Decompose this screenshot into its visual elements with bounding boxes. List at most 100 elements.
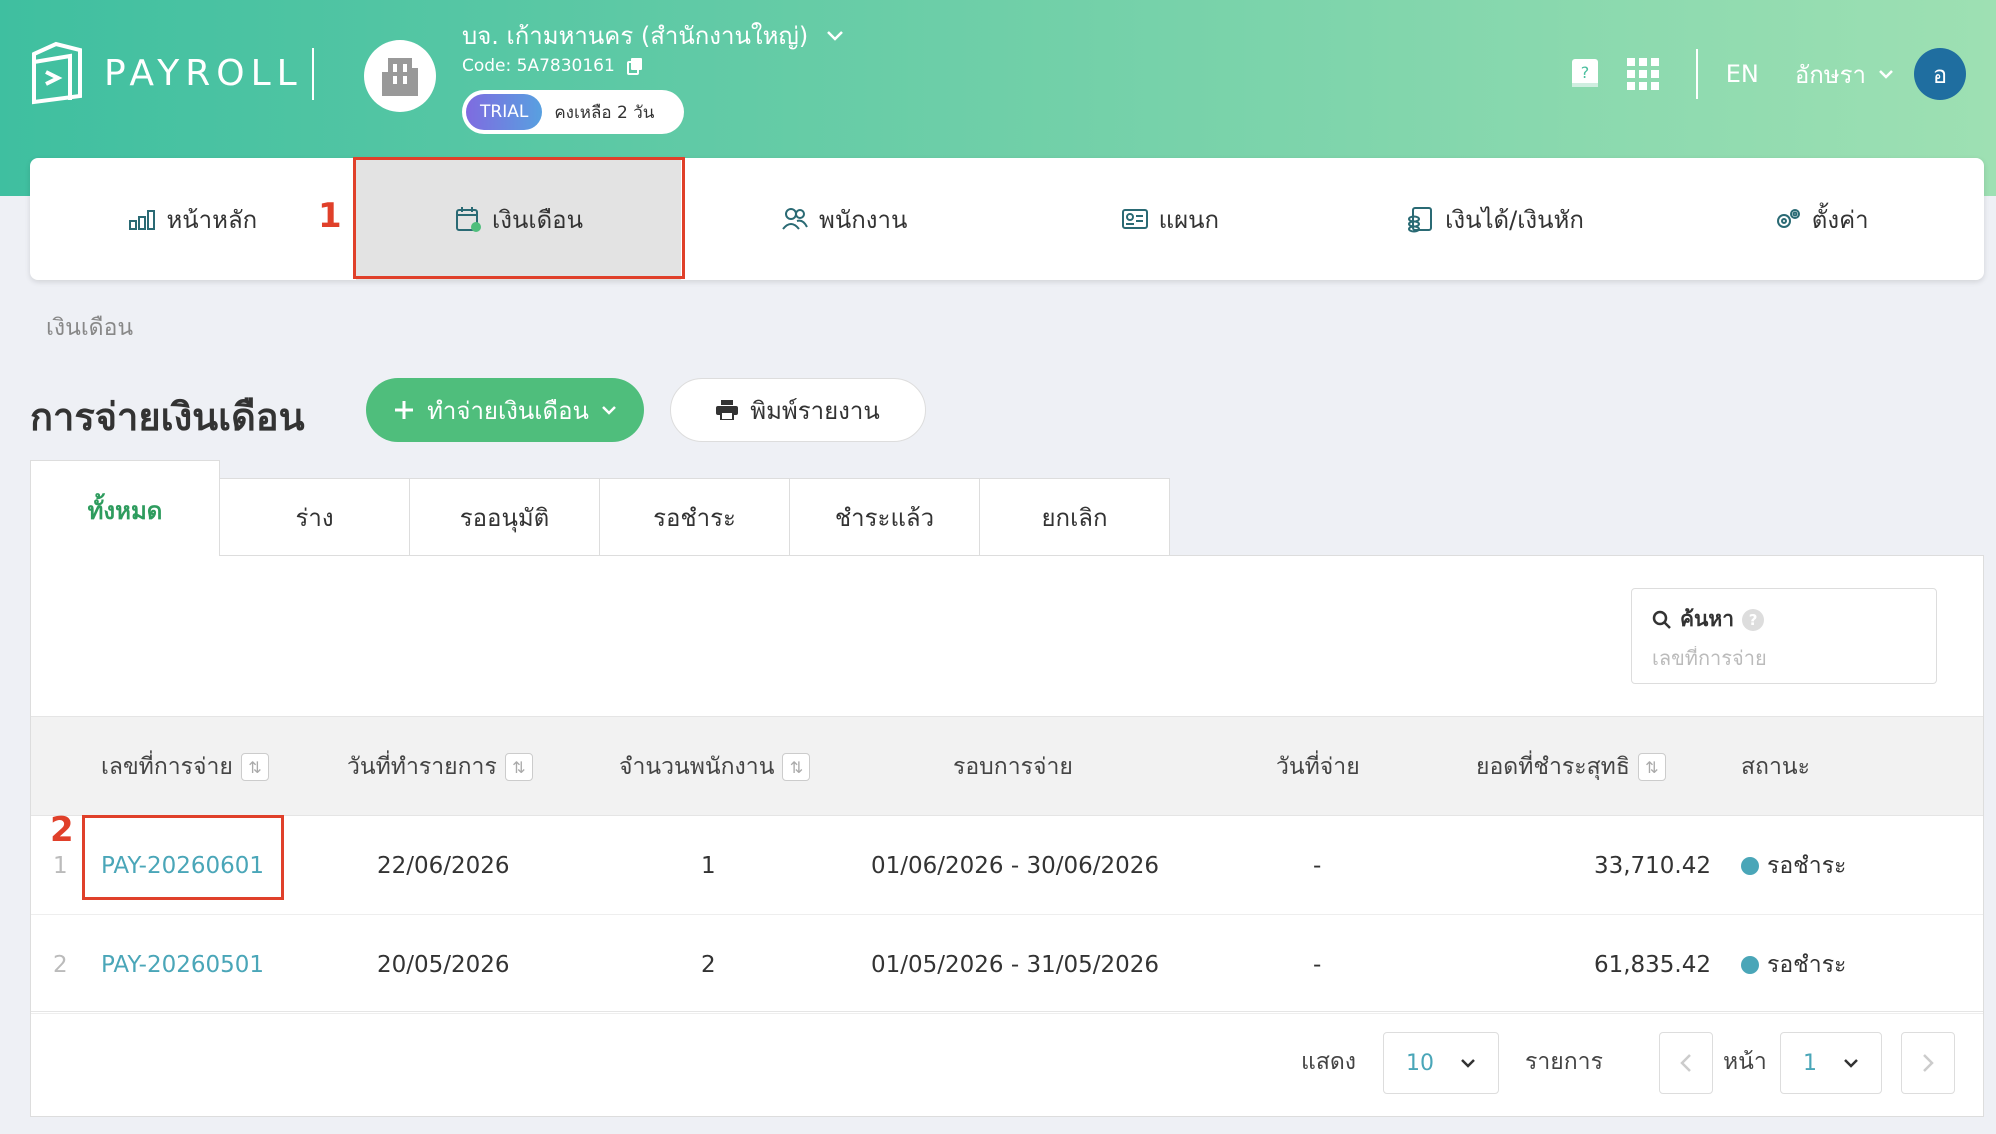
page-title: การจ่ายเงินเดือน — [30, 395, 305, 439]
col-header-label: สถานะ — [1741, 754, 1810, 780]
table-row[interactable]: 2 PAY-20260501 20/05/2026 2 01/05/2026 -… — [31, 916, 1983, 1014]
table-row[interactable]: 1 PAY-20260601 22/06/2026 1 01/06/2026 -… — [31, 817, 1983, 915]
employee-count: 2 — [701, 952, 716, 978]
create-payroll-button[interactable]: ทำจ่ายเงินเดือน — [366, 378, 644, 442]
sort-icon[interactable]: ⇅ — [504, 753, 533, 781]
nav-item-label: หน้าหลัก — [166, 205, 258, 234]
page-size-select[interactable]: 10 — [1383, 1032, 1499, 1094]
logo-text: PAYROLL — [104, 52, 303, 94]
svg-text:?: ? — [1580, 63, 1589, 82]
apps-grid-icon[interactable] — [1626, 57, 1660, 91]
create-payroll-label: ทำจ่ายเงินเดือน — [427, 396, 589, 425]
page-select[interactable]: 1 — [1780, 1032, 1882, 1094]
next-page-button[interactable] — [1901, 1032, 1955, 1094]
employee-count: 1 — [701, 853, 716, 879]
print-report-button[interactable]: พิมพ์รายงาน — [670, 378, 926, 442]
sort-icon[interactable]: ⇅ — [1637, 753, 1666, 781]
net-amount: 61,835.42 — [1593, 952, 1711, 978]
user-menu[interactable]: อักษรา — [1795, 55, 1894, 94]
pagination: แสดง 10 รายการ หน้า 1 — [31, 1011, 1983, 1111]
status-text: รอชำระ — [1767, 853, 1847, 879]
payroll-logo[interactable]: PAYROLL — [30, 40, 303, 106]
header-actions: ? EN อักษรา อ — [1544, 48, 1966, 100]
sort-icon[interactable]: ⇅ — [240, 753, 269, 781]
header-divider — [1695, 49, 1698, 99]
tab-paid[interactable]: ชำระแล้ว — [790, 478, 980, 556]
print-report-label: พิมพ์รายงาน — [750, 396, 880, 425]
search-label: ค้นหา — [1680, 607, 1735, 631]
pay-period: 01/05/2026 - 31/05/2026 — [871, 952, 1160, 978]
help-icon[interactable]: ? — [1742, 608, 1765, 631]
col-header-net-amount[interactable]: ยอดที่ชำระสุทธิ ⇅ — [1476, 717, 1666, 817]
search-label-row: ค้นหา ? — [1652, 603, 1916, 636]
chevron-right-icon — [1923, 1054, 1934, 1072]
user-name: อักษรา — [1794, 60, 1866, 89]
copy-icon[interactable] — [626, 57, 643, 75]
tab-cancelled[interactable]: ยกเลิก — [980, 478, 1170, 556]
status-badge: รอชำระ — [1741, 916, 1846, 1014]
language-switch[interactable]: EN — [1726, 60, 1759, 88]
gears-icon — [1776, 209, 1800, 228]
company-selector[interactable]: บจ. เก้ามหานคร (สำนักงานใหญ่) — [462, 16, 844, 55]
net-amount: 33,710.42 — [1593, 853, 1711, 879]
plus-icon — [395, 401, 414, 419]
col-header-created-date[interactable]: วันที่ทำรายการ ⇅ — [347, 717, 533, 817]
users-icon — [782, 208, 808, 230]
col-header-employee-count[interactable]: จำนวนพนักงาน ⇅ — [619, 717, 811, 817]
sort-icon[interactable]: ⇅ — [782, 753, 811, 781]
tab-draft[interactable]: ร่าง — [220, 478, 410, 556]
annotation-marker-2: 2 — [50, 810, 74, 850]
nav-item-label: ตั้งค่า — [1811, 205, 1869, 234]
current-page: 1 — [1803, 1050, 1817, 1076]
search-input[interactable] — [1652, 646, 1916, 670]
annotation-marker-1: 1 — [318, 196, 342, 236]
col-header-pay-date: วันที่จ่าย — [1276, 717, 1360, 817]
pay-no-link[interactable]: PAY-20260501 — [101, 916, 264, 1014]
nav-item-settings[interactable]: ตั้งค่า — [1658, 158, 1984, 280]
status-badge: รอชำระ — [1741, 817, 1846, 915]
status-tabs: ทั้งหมด ร่าง รออนุมัติ รอชำระ ชำระแล้ว ย… — [30, 460, 1170, 556]
chevron-down-icon — [827, 30, 844, 41]
search-box: ค้นหา ? — [1631, 588, 1937, 684]
payroll-list-panel: ค้นหา ? เลขที่การจ่าย ⇅ วันที่ทำรายการ ⇅… — [30, 555, 1984, 1117]
payroll-logo-icon — [32, 41, 82, 105]
trial-status: TRIAL คงเหลือ 2 วัน — [462, 90, 684, 134]
trial-badge: TRIAL — [466, 94, 543, 130]
col-header-label: ยอดที่ชำระสุทธิ — [1476, 754, 1630, 780]
page-size-value: 10 — [1406, 1050, 1434, 1076]
col-header-pay-no[interactable]: เลขที่การจ่าย ⇅ — [101, 717, 269, 817]
breadcrumb: เงินเดือน — [46, 315, 134, 341]
col-header-label: จำนวนพนักงาน — [619, 754, 775, 780]
nav-item-home[interactable]: หน้าหลัก — [30, 158, 356, 280]
col-header-status: สถานะ — [1741, 717, 1810, 817]
help-book-icon[interactable]: ? — [1568, 57, 1602, 91]
tab-all[interactable]: ทั้งหมด — [30, 460, 220, 556]
tab-pending-approval[interactable]: รออนุมัติ — [410, 478, 600, 556]
nav-item-label: เงินได้/เงินหัก — [1445, 205, 1584, 234]
nav-item-employees[interactable]: พนักงาน — [681, 158, 1007, 280]
status-text: รอชำระ — [1767, 952, 1847, 978]
table-header: เลขที่การจ่าย ⇅ วันที่ทำรายการ ⇅ จำนวนพน… — [31, 716, 1983, 816]
items-label: รายการ — [1525, 1049, 1603, 1075]
nav-item-label: พนักงาน — [819, 205, 908, 234]
pay-date: - — [1313, 952, 1322, 978]
building-icon — [382, 58, 418, 96]
chevron-down-icon — [602, 406, 616, 415]
chevron-down-icon — [1844, 1059, 1858, 1068]
company-avatar[interactable] — [364, 40, 436, 112]
col-header-label: วันที่ทำรายการ — [347, 754, 497, 780]
nav-item-income-deduction[interactable]: เงินได้/เงินหัก — [1333, 158, 1659, 280]
row-index: 2 — [53, 952, 68, 978]
chevron-down-icon — [1879, 70, 1893, 79]
printer-icon — [716, 400, 739, 420]
col-header-label: รอบการจ่าย — [953, 754, 1073, 780]
tab-pending-payment[interactable]: รอชำระ — [600, 478, 790, 556]
col-header-pay-period: รอบการจ่าย — [953, 717, 1073, 817]
header-divider — [312, 48, 314, 100]
prev-page-button[interactable] — [1659, 1032, 1713, 1094]
nav-item-departments[interactable]: แผนก — [1007, 158, 1333, 280]
pay-date: - — [1313, 853, 1322, 879]
avatar[interactable]: อ — [1914, 48, 1966, 100]
trial-remaining: คงเหลือ 2 วัน — [554, 102, 655, 123]
created-date: 20/05/2026 — [377, 952, 510, 978]
